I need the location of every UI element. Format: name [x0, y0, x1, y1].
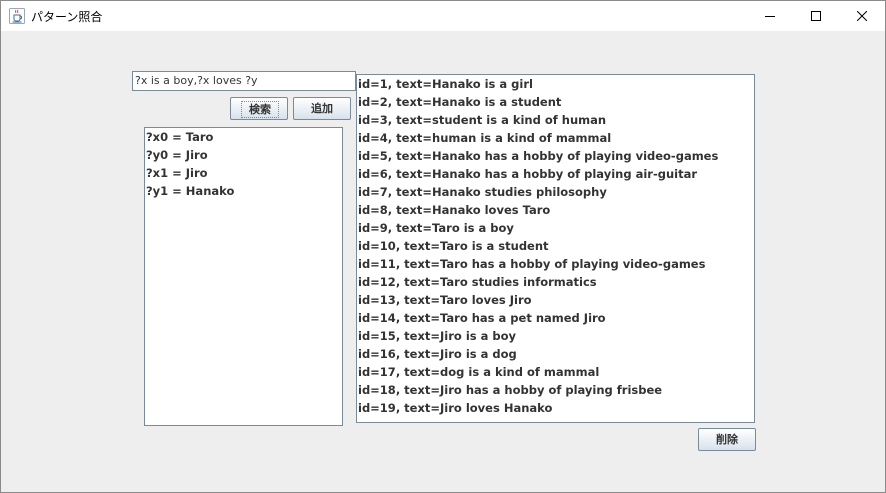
- fact-item[interactable]: id=6, text=Hanako has a hobby of playing…: [357, 165, 754, 183]
- fact-item[interactable]: id=5, text=Hanako has a hobby of playing…: [357, 147, 754, 165]
- query-input[interactable]: [132, 71, 356, 91]
- fact-item[interactable]: id=7, text=Hanako studies philosophy: [357, 183, 754, 201]
- fact-item[interactable]: id=18, text=Jiro has a hobby of playing …: [357, 381, 754, 399]
- maximize-button[interactable]: [793, 1, 839, 31]
- fact-item[interactable]: id=17, text=dog is a kind of mammal: [357, 363, 754, 381]
- fact-item[interactable]: id=15, text=Jiro is a boy: [357, 327, 754, 345]
- binding-item[interactable]: ?y0 = Jiro: [145, 146, 342, 164]
- java-cup-icon: [9, 8, 25, 24]
- minimize-button[interactable]: [747, 1, 793, 31]
- bindings-list[interactable]: ?x0 = Taro ?y0 = Jiro ?x1 = Jiro ?y1 = H…: [144, 127, 343, 426]
- title-bar[interactable]: パターン照合: [1, 1, 885, 31]
- binding-item[interactable]: ?x1 = Jiro: [145, 164, 342, 182]
- fact-item[interactable]: id=19, text=Jiro loves Hanako: [357, 399, 754, 417]
- app-window: パターン照合 検索 追加 ?x0 = Taro ?y0 = Jiro: [0, 0, 886, 493]
- fact-item[interactable]: id=1, text=Hanako is a girl: [357, 75, 754, 93]
- content-pane: 検索 追加 ?x0 = Taro ?y0 = Jiro ?x1 = Jiro ?…: [1, 31, 885, 492]
- maximize-icon: [811, 11, 821, 21]
- delete-button[interactable]: 削除: [698, 428, 756, 451]
- fact-item[interactable]: id=2, text=Hanako is a student: [357, 93, 754, 111]
- binding-item[interactable]: ?x0 = Taro: [145, 128, 342, 146]
- fact-item[interactable]: id=12, text=Taro studies informatics: [357, 273, 754, 291]
- binding-item[interactable]: ?y1 = Hanako: [145, 182, 342, 200]
- search-button[interactable]: 検索: [230, 97, 288, 120]
- fact-item[interactable]: id=16, text=Jiro is a dog: [357, 345, 754, 363]
- fact-item[interactable]: id=3, text=student is a kind of human: [357, 111, 754, 129]
- close-button[interactable]: [839, 1, 885, 31]
- fact-item[interactable]: id=8, text=Hanako loves Taro: [357, 201, 754, 219]
- facts-list[interactable]: id=1, text=Hanako is a girl id=2, text=H…: [356, 74, 755, 423]
- close-icon: [857, 11, 867, 21]
- fact-item[interactable]: id=9, text=Taro is a boy: [357, 219, 754, 237]
- fact-item[interactable]: id=11, text=Taro has a hobby of playing …: [357, 255, 754, 273]
- search-button-label: 検索: [241, 101, 279, 118]
- fact-item[interactable]: id=14, text=Taro has a pet named Jiro: [357, 309, 754, 327]
- minimize-icon: [765, 16, 775, 17]
- fact-item[interactable]: id=4, text=human is a kind of mammal: [357, 129, 754, 147]
- window-title: パターン照合: [31, 10, 103, 24]
- fact-item[interactable]: id=10, text=Taro is a student: [357, 237, 754, 255]
- add-button[interactable]: 追加: [293, 97, 351, 120]
- fact-item[interactable]: id=13, text=Taro loves Jiro: [357, 291, 754, 309]
